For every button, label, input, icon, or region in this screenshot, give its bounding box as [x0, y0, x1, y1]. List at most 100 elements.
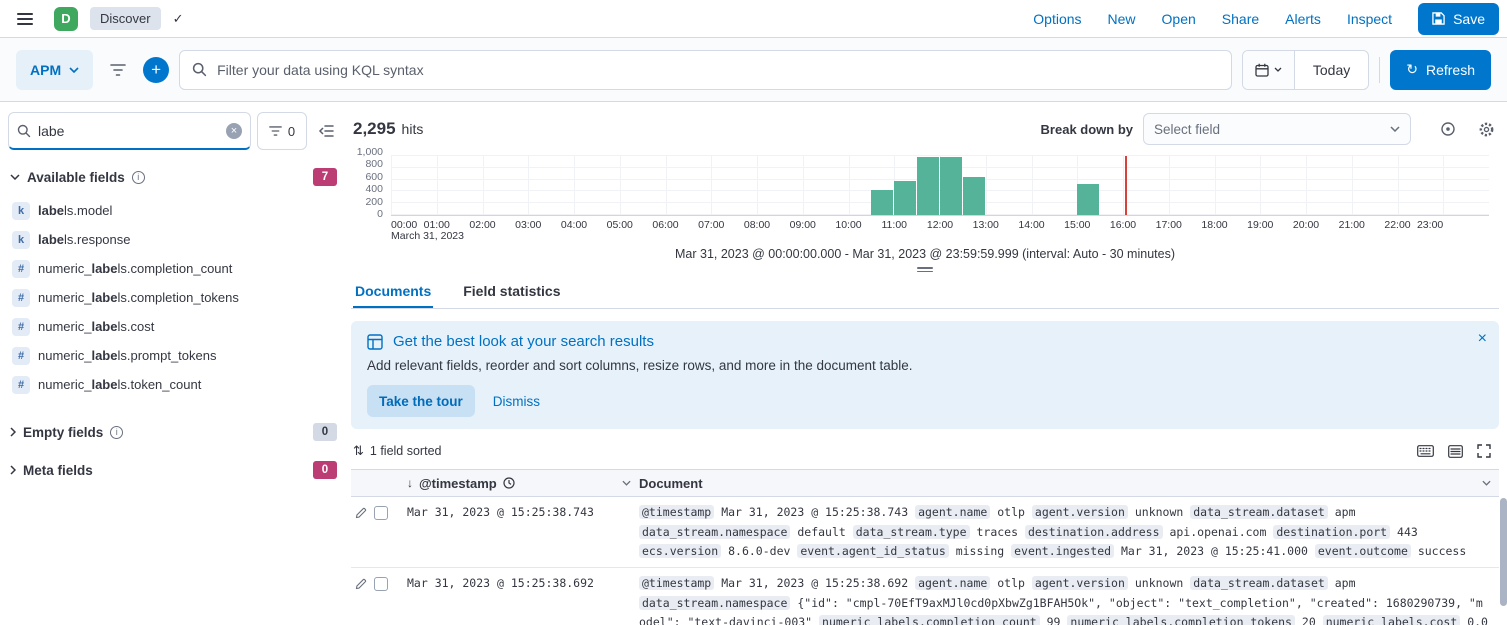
- field-key-chip: numeric_labels.completion_tokens: [1067, 615, 1295, 625]
- edit-visualization-icon[interactable]: [1435, 116, 1461, 142]
- sort-fields-icon[interactable]: ⇅: [353, 443, 364, 459]
- chevron-down-icon[interactable]: [622, 480, 631, 486]
- v-gridline: [757, 156, 758, 215]
- field-item[interactable]: #numeric_labels.cost: [8, 312, 339, 341]
- display-options-icon[interactable]: [1448, 445, 1463, 458]
- meta-fields-header[interactable]: Meta fields 0: [8, 455, 339, 485]
- x-tick-label: 21:00: [1339, 219, 1365, 231]
- nav-link-inspect[interactable]: Inspect: [1347, 11, 1392, 27]
- calendar-button[interactable]: [1243, 51, 1295, 89]
- date-range-button[interactable]: Today: [1295, 51, 1368, 89]
- vertical-scrollbar[interactable]: [1500, 498, 1507, 606]
- breadcrumb[interactable]: Discover: [90, 7, 161, 30]
- field-search-input[interactable]: [38, 123, 219, 139]
- field-type-filter-button[interactable]: 0: [257, 112, 307, 150]
- space-avatar[interactable]: D: [54, 7, 78, 31]
- edit-row-icon[interactable]: [355, 578, 367, 590]
- add-filter-button[interactable]: +: [143, 57, 169, 83]
- callout-header: Get the best look at your search results: [367, 333, 1483, 350]
- save-button[interactable]: Save: [1418, 3, 1499, 35]
- field-item[interactable]: klabels.model: [8, 196, 339, 225]
- nav-link-new[interactable]: New: [1108, 11, 1136, 27]
- field-item[interactable]: #numeric_labels.token_count: [8, 370, 339, 399]
- y-tick-label: 0: [377, 208, 383, 220]
- clock-icon: [503, 477, 515, 489]
- field-value: default: [797, 525, 845, 539]
- field-key-chip: agent.version: [1032, 576, 1128, 590]
- field-item[interactable]: #numeric_labels.completion_count: [8, 254, 339, 283]
- edit-row-icon[interactable]: [355, 507, 367, 519]
- histogram-bar[interactable]: [917, 157, 939, 215]
- breakdown-label: Break down by: [1041, 122, 1133, 137]
- dismiss-button[interactable]: Dismiss: [493, 394, 540, 409]
- tab-field-statistics[interactable]: Field statistics: [461, 274, 562, 308]
- header-document-cell[interactable]: Document: [639, 476, 1499, 491]
- refresh-icon: ↻: [1406, 61, 1418, 78]
- histogram-bar[interactable]: [1077, 184, 1099, 215]
- field-item[interactable]: #numeric_labels.prompt_tokens: [8, 341, 339, 370]
- query-bar[interactable]: [179, 50, 1232, 90]
- chevron-right-icon: [10, 465, 16, 475]
- field-value: Mar 31, 2023 @ 15:25:41.000: [1121, 544, 1308, 558]
- x-tick-label: 02:00: [469, 219, 495, 231]
- filter-icon[interactable]: [103, 55, 133, 85]
- x-tick-label: 19:00: [1247, 219, 1273, 231]
- select-row-checkbox[interactable]: [374, 577, 388, 591]
- field-search-box[interactable]: ×: [8, 112, 251, 150]
- refresh-button[interactable]: ↻ Refresh: [1390, 50, 1491, 90]
- field-name: numeric_labels.completion_tokens: [38, 290, 239, 305]
- histogram-bar[interactable]: [894, 181, 916, 215]
- histogram-bar[interactable]: [963, 177, 985, 215]
- take-tour-button[interactable]: Take the tour: [367, 385, 475, 417]
- clear-search-icon[interactable]: ×: [226, 123, 242, 139]
- field-key-chip: destination.address: [1025, 525, 1163, 539]
- table-row[interactable]: Mar 31, 2023 @ 15:25:38.743@timestamp Ma…: [351, 497, 1499, 568]
- callout-title: Get the best look at your search results: [393, 333, 654, 350]
- table-row[interactable]: Mar 31, 2023 @ 15:25:38.692@timestamp Ma…: [351, 568, 1499, 625]
- kql-query-input[interactable]: [217, 62, 1219, 78]
- breakdown-select[interactable]: Select field: [1143, 113, 1411, 145]
- tab-documents[interactable]: Documents: [353, 274, 433, 308]
- v-gridline: [1443, 156, 1444, 215]
- chart-options-gear-icon[interactable]: [1473, 116, 1499, 142]
- select-row-checkbox[interactable]: [374, 506, 388, 520]
- document-cell: @timestamp Mar 31, 2023 @ 15:25:38.743 a…: [639, 503, 1499, 562]
- nav-link-open[interactable]: Open: [1162, 11, 1196, 27]
- close-icon[interactable]: ×: [1478, 331, 1487, 347]
- nav-link-share[interactable]: Share: [1222, 11, 1259, 27]
- menu-hamburger-icon[interactable]: [8, 4, 42, 34]
- x-tick-label: 12:00: [927, 219, 953, 231]
- number-field-icon: #: [12, 289, 30, 307]
- data-view-picker[interactable]: APM: [16, 50, 93, 90]
- hits-count: 2,295: [353, 119, 396, 139]
- nav-link-alerts[interactable]: Alerts: [1285, 11, 1321, 27]
- histogram-bar[interactable]: [940, 157, 962, 215]
- keyword-field-icon: k: [12, 231, 30, 249]
- field-value: otlp: [997, 576, 1025, 590]
- v-gridline: [620, 156, 621, 215]
- keyboard-shortcuts-icon[interactable]: [1417, 445, 1434, 457]
- field-item[interactable]: klabels.response: [8, 225, 339, 254]
- available-fields-header[interactable]: Available fields i 7: [8, 162, 339, 192]
- v-gridline: [986, 156, 987, 215]
- v-gridline: [528, 156, 529, 215]
- collapse-sidebar-icon[interactable]: [313, 117, 339, 145]
- field-key-chip: data_stream.dataset: [1190, 576, 1328, 590]
- field-name: labels.model: [38, 203, 112, 218]
- x-tick-label: 17:00: [1156, 219, 1182, 231]
- v-gridline: [1123, 156, 1124, 215]
- chart-resize-handle[interactable]: [917, 267, 933, 272]
- field-item[interactable]: # numeric_labels.completion_tokens: [8, 283, 339, 312]
- fullscreen-icon[interactable]: [1477, 444, 1491, 458]
- chevron-down-icon[interactable]: [1482, 480, 1491, 486]
- histogram-bar[interactable]: [871, 190, 893, 215]
- timestamp-cell: Mar 31, 2023 @ 15:25:38.692: [407, 574, 639, 625]
- field-value: apm: [1335, 505, 1356, 519]
- x-tick-label: 22:00: [1384, 219, 1410, 231]
- refresh-button-label: Refresh: [1426, 62, 1475, 78]
- empty-fields-header[interactable]: Empty fields i 0: [8, 417, 339, 447]
- sorted-fields-label[interactable]: 1 field sorted: [370, 444, 442, 458]
- nav-link-options[interactable]: Options: [1033, 11, 1081, 27]
- histogram-plot: [391, 156, 1489, 216]
- header-timestamp-cell[interactable]: ↓ @timestamp: [407, 476, 639, 491]
